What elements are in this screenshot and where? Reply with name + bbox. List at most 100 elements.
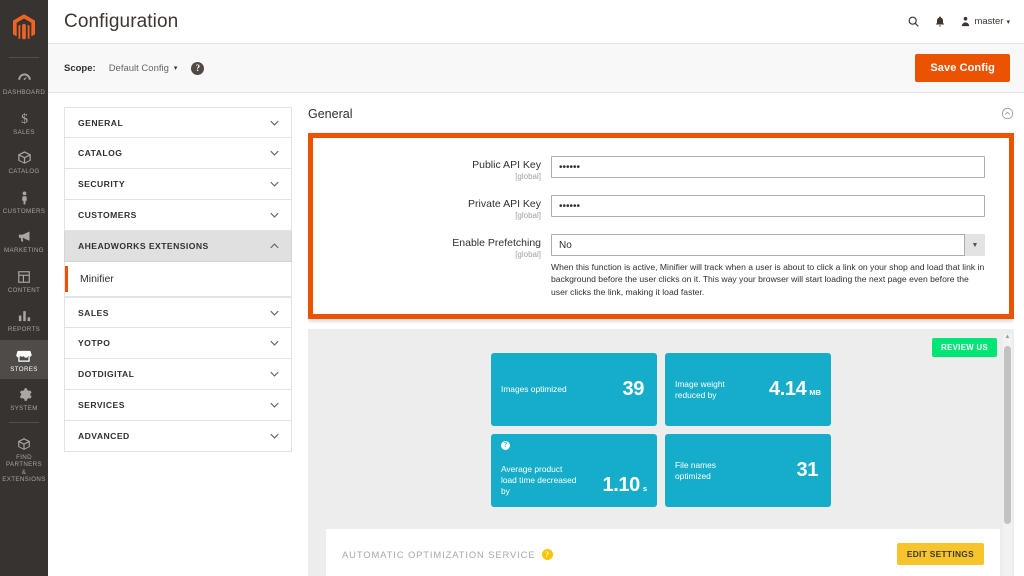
enable-prefetching-select-wrap: No ▼ <box>551 234 985 256</box>
user-icon <box>960 15 971 28</box>
header-actions: master ▾ <box>907 15 1010 28</box>
stat-card-value-group: 39 <box>623 378 647 401</box>
scope-selector[interactable]: Default Config ▾ <box>109 63 178 74</box>
section-header: General <box>308 107 1014 125</box>
sidebar-item-sales[interactable]: $ Sales <box>0 103 48 143</box>
svg-text:$: $ <box>21 111 28 126</box>
sidebar-label: Stores <box>10 365 38 373</box>
megaphone-icon <box>17 227 32 244</box>
stat-card-value: 39 <box>622 378 645 401</box>
scope-bar: Scope: Default Config ▾ ? Save Config <box>48 44 1024 93</box>
sidebar-item-stores[interactable]: Stores <box>0 339 48 379</box>
magento-logo[interactable] <box>0 6 48 50</box>
stat-card-image-weight-reduced: Image weight reduced by 4.14 MB <box>665 353 831 427</box>
config-subitem-minifier[interactable]: Minifier <box>65 266 291 292</box>
field-scope: [global] <box>515 172 541 181</box>
page-body: General Catalog Security <box>48 93 1024 576</box>
stat-card-value: 1.10 <box>602 474 641 497</box>
stat-card-label: File names optimized <box>675 459 716 481</box>
page-title: Configuration <box>64 10 179 32</box>
panel-scrollbar[interactable]: ▲ <box>1003 334 1012 576</box>
field-label: Enable Prefetching <box>452 237 541 249</box>
admin-page: Dashboard $ Sales Catalog Customers Mark… <box>0 0 1024 576</box>
auto-service-header: Automatic Optimization Service ? EDIT SE… <box>342 543 984 566</box>
field-row-private-api-key: Private API Key [global] <box>313 195 985 220</box>
stats-card-grid: Images optimized 39 Image weight reduced… <box>491 353 831 508</box>
bar-chart-icon <box>17 306 32 323</box>
sidebar-label: Find Partners & Extensions <box>2 453 46 484</box>
stat-card-value: 4.14 <box>769 378 807 401</box>
config-section-advanced[interactable]: Advanced <box>64 421 292 452</box>
scrollbar-thumb[interactable] <box>1004 346 1011 525</box>
config-section-security[interactable]: Security <box>64 169 292 200</box>
scroll-up-arrow-icon[interactable]: ▲ <box>1004 334 1011 341</box>
chevron-down-icon <box>270 212 279 218</box>
config-section-label: Security <box>78 179 126 189</box>
config-section-customers[interactable]: Customers <box>64 200 292 231</box>
config-section-label: Customers <box>78 210 137 220</box>
review-us-button[interactable]: REVIEW US <box>932 338 997 358</box>
sidebar-item-marketing[interactable]: Marketing <box>0 221 48 261</box>
config-section-label: Yotpo <box>78 338 111 348</box>
config-section-label: Aheadworks Extensions <box>78 241 209 251</box>
sidebar-item-reports[interactable]: Reports <box>0 300 48 340</box>
stat-card-value-group: 1.10 s <box>603 474 648 497</box>
sidebar-item-find-partners-extensions[interactable]: Find Partners & Extensions <box>0 428 48 490</box>
stat-card-unit: s <box>642 484 647 494</box>
config-content: General Public API Key [global] •••••• P… <box>308 107 1014 576</box>
scope-help-icon[interactable]: ? <box>191 61 205 75</box>
config-section-general[interactable]: General <box>64 107 292 138</box>
field-note: When this function is active, Minifier w… <box>551 262 985 297</box>
edit-settings-button[interactable]: EDIT SETTINGS <box>896 543 984 566</box>
stat-card-value-group: 4.14 MB <box>769 378 821 401</box>
layout-icon <box>17 267 31 284</box>
auto-service-help-icon[interactable]: ? <box>541 548 553 560</box>
config-section-sales[interactable]: Sales <box>64 297 292 328</box>
enable-prefetching-select[interactable]: No <box>551 234 985 256</box>
chevron-down-icon <box>270 120 279 126</box>
extension-box-icon <box>17 434 31 451</box>
config-section-catalog[interactable]: Catalog <box>64 138 292 169</box>
chevron-down-icon <box>270 150 279 156</box>
chevron-down-icon[interactable]: ▼ <box>964 234 985 256</box>
config-section-dotdigital[interactable]: Dotdigital <box>64 359 292 390</box>
config-section-label: General <box>78 117 124 128</box>
info-icon[interactable]: ? <box>501 441 510 451</box>
chevron-up-icon <box>270 243 279 249</box>
config-nav: General Catalog Security <box>64 107 292 576</box>
stat-card-unit: MB <box>809 388 821 398</box>
sidebar-label: Customers <box>2 207 46 215</box>
magento-logo-icon <box>13 14 35 40</box>
gear-icon <box>17 385 32 402</box>
field-label-group: Enable Prefetching [global] <box>313 234 551 259</box>
sidebar-item-system[interactable]: System <box>0 379 48 419</box>
config-section-yotpo[interactable]: Yotpo <box>64 328 292 359</box>
chevron-down-icon <box>270 340 279 346</box>
stat-card-label: Images optimized <box>501 384 567 395</box>
main-region: Configuration master ▾ Scope: Default Co… <box>48 0 1024 576</box>
sidebar-item-customers[interactable]: Customers <box>0 182 48 222</box>
stat-card-avg-load-time: ? Average product load time decreased by… <box>491 434 657 508</box>
box-icon <box>17 148 32 165</box>
config-section-services[interactable]: Services <box>64 390 292 421</box>
stat-card-label: Average product load time decreased by <box>501 464 577 497</box>
highlighted-form-panel: Public API Key [global] Private API Key … <box>308 133 1014 320</box>
field-label-group: Public API Key [global] <box>313 156 551 181</box>
private-api-key-input[interactable] <box>551 195 985 217</box>
field-row-public-api-key: Public API Key [global] <box>313 156 985 181</box>
collapse-circle-icon[interactable] <box>1001 107 1014 125</box>
save-config-button[interactable]: Save Config <box>915 54 1010 82</box>
public-api-key-input[interactable] <box>551 156 985 178</box>
search-icon[interactable] <box>907 15 920 28</box>
stat-card-file-names-optimized: File names optimized 31 <box>665 434 831 508</box>
chevron-down-icon <box>270 371 279 377</box>
sidebar-item-dashboard[interactable]: Dashboard <box>0 63 48 103</box>
bell-icon[interactable] <box>934 15 946 28</box>
scope-value: Default Config <box>108 62 169 74</box>
automatic-optimization-service: Automatic Optimization Service ? EDIT SE… <box>326 529 1000 576</box>
config-section-aheadworks-extensions[interactable]: Aheadworks Extensions <box>64 231 292 262</box>
sidebar-item-content[interactable]: Content <box>0 261 48 301</box>
sidebar-item-catalog[interactable]: Catalog <box>0 142 48 182</box>
user-menu[interactable]: master ▾ <box>960 15 1010 28</box>
config-subsection-list: Minifier <box>64 262 292 297</box>
